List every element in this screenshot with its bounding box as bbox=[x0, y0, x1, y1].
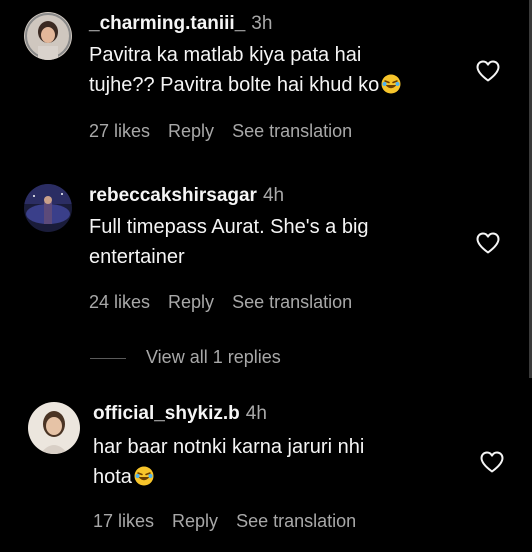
heart-icon[interactable] bbox=[475, 59, 501, 83]
see-translation-link[interactable]: See translation bbox=[232, 121, 352, 141]
see-translation-link[interactable]: See translation bbox=[232, 292, 352, 312]
heart-icon[interactable] bbox=[475, 231, 501, 255]
divider bbox=[90, 357, 126, 359]
comment-actions: 27 likes Reply See translation bbox=[89, 120, 370, 142]
comment-line: har baar notnki karna jaruri nhi bbox=[93, 436, 365, 458]
comment-line: tujhe?? Pavitra bolte hai khud ko bbox=[89, 70, 449, 100]
reply-button[interactable]: Reply bbox=[168, 292, 214, 312]
comment-item: _charming.taniii_ 3h Pavitra ka matlab ki… bbox=[0, 0, 532, 160]
timestamp: 4h bbox=[262, 185, 285, 206]
reply-button[interactable]: Reply bbox=[168, 121, 214, 141]
rolling-laughing-emoji-icon bbox=[381, 74, 401, 94]
comment-item: rebeccakshirsagar 4h Full timepass Aurat.… bbox=[0, 176, 532, 326]
avatar[interactable] bbox=[24, 184, 72, 232]
comment-line: entertainer bbox=[89, 246, 185, 268]
timestamp: 3h bbox=[251, 13, 273, 34]
comment-header: official_shykiz.b 4h bbox=[93, 402, 267, 426]
comment-text: Full timepass Aurat. She's a big enterta… bbox=[89, 212, 449, 272]
timestamp: 4h bbox=[245, 403, 267, 424]
likes-count[interactable]: 27 likes bbox=[89, 121, 150, 141]
view-replies-label: View all 1 replies bbox=[146, 347, 281, 367]
comment-header: rebeccakshirsagar 4h bbox=[89, 184, 284, 208]
comment-line: hota bbox=[93, 462, 453, 492]
reply-button[interactable]: Reply bbox=[172, 511, 218, 531]
heart-icon[interactable] bbox=[479, 450, 505, 474]
comment-line: Full timepass Aurat. She's a big bbox=[89, 216, 369, 238]
view-replies-button[interactable]: View all 1 replies bbox=[90, 346, 281, 368]
comment-actions: 24 likes Reply See translation bbox=[89, 291, 370, 313]
comment-text: Pavitra ka matlab kiya pata hai tujhe?? … bbox=[89, 40, 449, 100]
likes-count[interactable]: 24 likes bbox=[89, 292, 150, 312]
likes-count[interactable]: 17 likes bbox=[93, 511, 154, 531]
comment-actions: 17 likes Reply See translation bbox=[93, 510, 374, 532]
comment-item: official_shykiz.b 4h har baar notnki karn… bbox=[0, 396, 532, 546]
see-translation-link[interactable]: See translation bbox=[236, 511, 356, 531]
username[interactable]: _charming.taniii_ bbox=[89, 13, 245, 34]
avatar[interactable] bbox=[28, 402, 80, 454]
username[interactable]: official_shykiz.b bbox=[93, 403, 240, 424]
rolling-laughing-emoji-icon bbox=[134, 466, 154, 486]
username[interactable]: rebeccakshirsagar bbox=[89, 185, 257, 206]
avatar[interactable] bbox=[24, 12, 72, 60]
comment-text: har baar notnki karna jaruri nhi hota bbox=[93, 432, 453, 492]
comment-line: Pavitra ka matlab kiya pata hai bbox=[89, 44, 362, 66]
comment-header: _charming.taniii_ 3h bbox=[89, 12, 272, 36]
